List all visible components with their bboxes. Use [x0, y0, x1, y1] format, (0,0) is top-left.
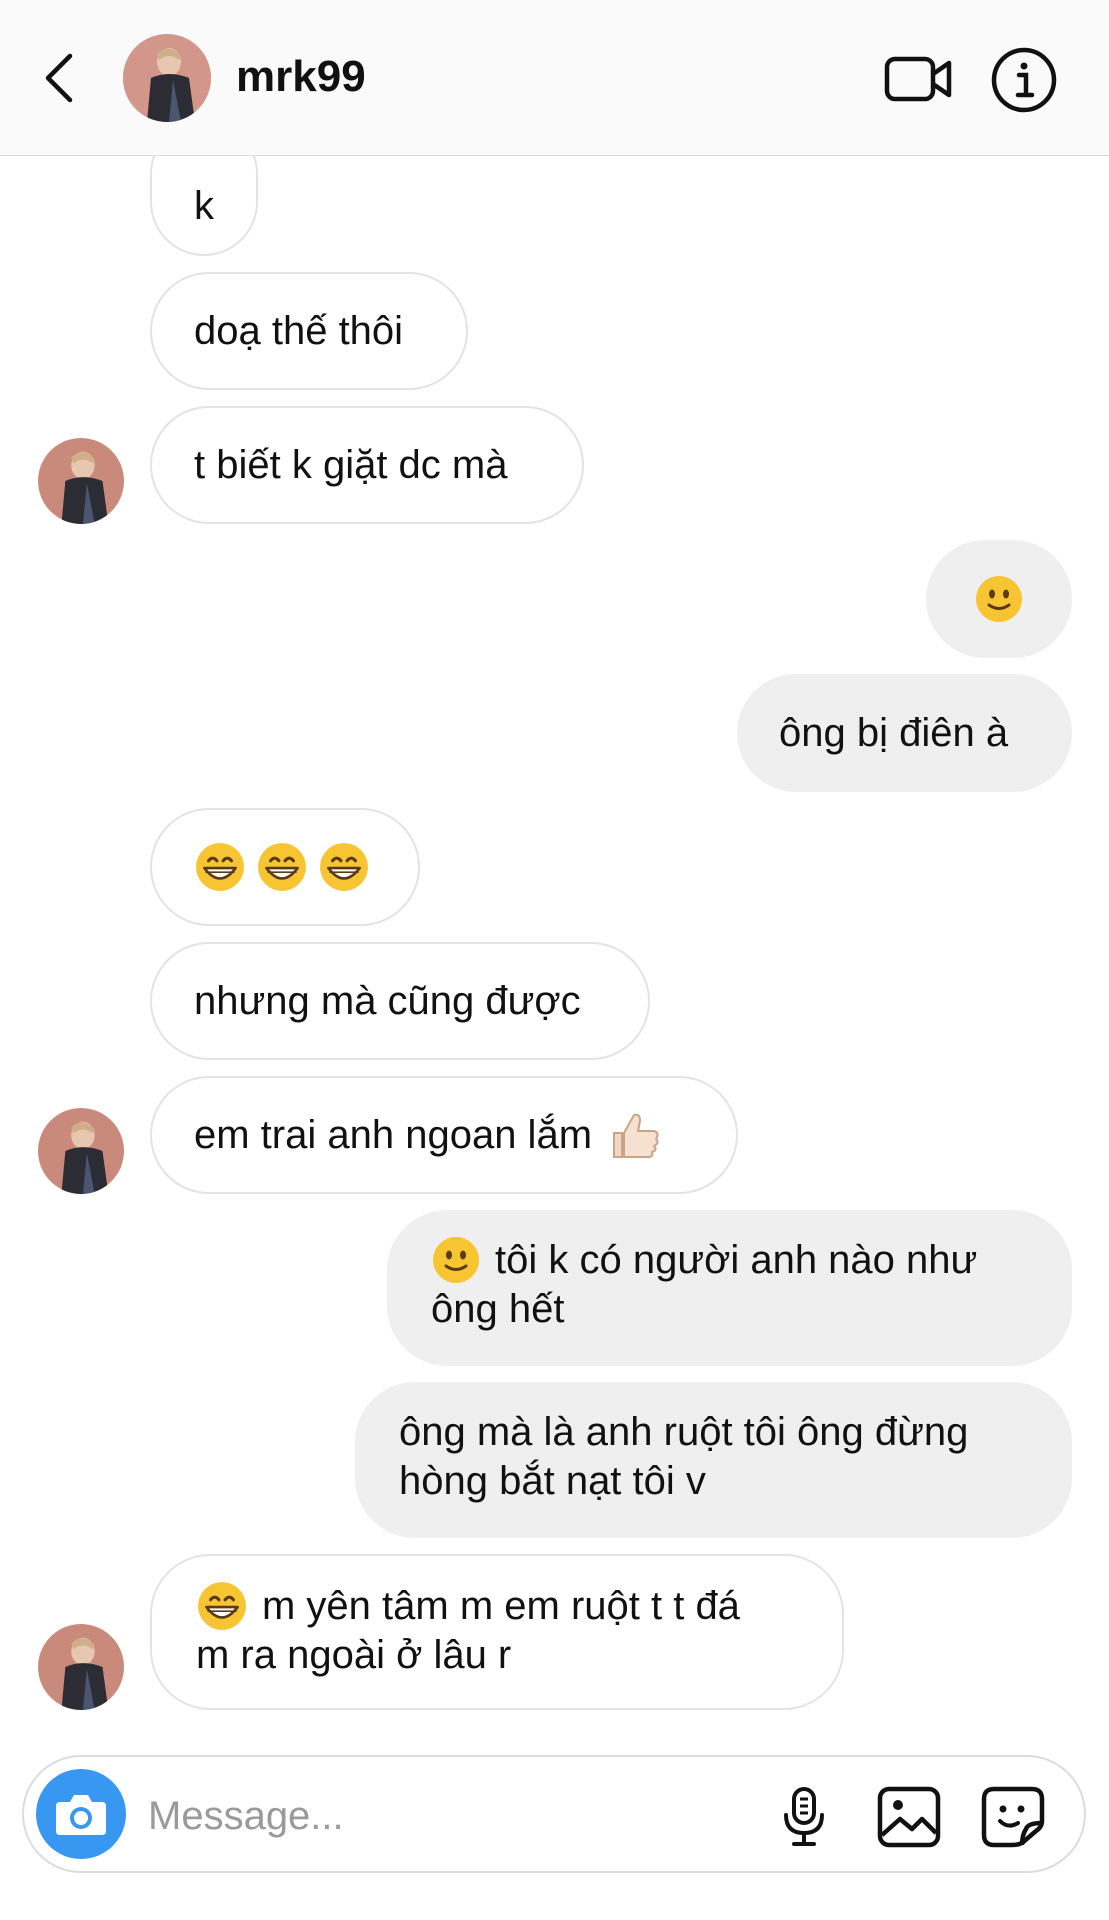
incoming-message[interactable]: t biết k giặt dc mà — [150, 406, 584, 524]
message-list[interactable]: k doạ thế thôi t biết k giặt dc mà ông b… — [0, 156, 1109, 1746]
incoming-message[interactable]: k — [150, 156, 258, 256]
info-icon — [991, 47, 1057, 113]
info-button[interactable] — [990, 46, 1058, 114]
outgoing-message[interactable]: ông bị điên à — [737, 674, 1072, 792]
chat-header: mrk99 — [0, 0, 1109, 156]
back-button[interactable] — [38, 48, 84, 108]
incoming-message[interactable]: m yên tâm m em ruột t t đá m ra ngoài ở … — [150, 1554, 844, 1710]
message-text: m yên tâm m em ruột t t đá — [262, 1584, 740, 1628]
outgoing-message[interactable]: ông mà là anh ruột tôi ông đừng hòng bắt… — [355, 1382, 1072, 1538]
chat-username[interactable]: mrk99 — [236, 52, 366, 102]
message-line: tôi k có người anh nào như — [431, 1234, 977, 1286]
message-text: hòng bắt nạt tôi v — [399, 1459, 706, 1503]
grinning-face-icon — [198, 1582, 246, 1630]
camera-icon — [56, 1795, 106, 1835]
message-text: m ra ngoài ở lâu r — [196, 1633, 512, 1677]
incoming-message[interactable] — [150, 808, 420, 926]
microphone-button[interactable] — [774, 1785, 834, 1849]
sticker-button[interactable] — [980, 1785, 1046, 1849]
message-text: ông hết — [431, 1287, 565, 1331]
message-composer — [22, 1755, 1086, 1873]
slightly-smiling-face-icon — [976, 576, 1022, 622]
message-text: k — [194, 184, 214, 228]
video-camera-icon — [884, 56, 952, 102]
image-icon — [877, 1786, 941, 1848]
message-line: m yên tâm m em ruột t t đá — [196, 1580, 740, 1632]
message-text: ông bị điên à — [779, 711, 1009, 755]
grinning-face-icon — [196, 843, 244, 891]
message-input[interactable] — [146, 1787, 630, 1845]
incoming-message[interactable]: doạ thế thôi — [150, 272, 468, 390]
microphone-icon — [784, 1787, 824, 1846]
incoming-message[interactable]: nhưng mà cũng được — [150, 942, 650, 1060]
message-text: em trai anh ngoan lắm — [194, 1113, 593, 1157]
header-avatar[interactable] — [123, 34, 211, 122]
grinning-face-icon — [258, 843, 306, 891]
grinning-face-icon — [320, 843, 368, 891]
sender-avatar[interactable] — [38, 438, 124, 524]
message-text: nhưng mà cũng được — [194, 979, 581, 1023]
message-text: t biết k giặt dc mà — [194, 443, 508, 487]
gallery-button[interactable] — [876, 1785, 942, 1849]
outgoing-message[interactable] — [926, 540, 1072, 658]
incoming-message[interactable]: em trai anh ngoan lắm — [150, 1076, 738, 1194]
message-text: tôi k có người anh nào như — [495, 1238, 978, 1282]
camera-button[interactable] — [36, 1769, 126, 1859]
thumbs-up-icon — [613, 1113, 659, 1158]
message-text: ông mà là anh ruột tôi ông đừng — [399, 1410, 969, 1454]
sender-avatar[interactable] — [38, 1108, 124, 1194]
video-call-button[interactable] — [884, 50, 954, 108]
outgoing-message[interactable]: tôi k có người anh nào như ông hết — [387, 1210, 1072, 1366]
message-text: doạ thế thôi — [194, 309, 404, 353]
sticker-icon — [981, 1786, 1045, 1848]
sender-avatar[interactable] — [38, 1624, 124, 1710]
chevron-left-icon — [45, 53, 73, 103]
slightly-smiling-face-icon — [433, 1237, 479, 1283]
